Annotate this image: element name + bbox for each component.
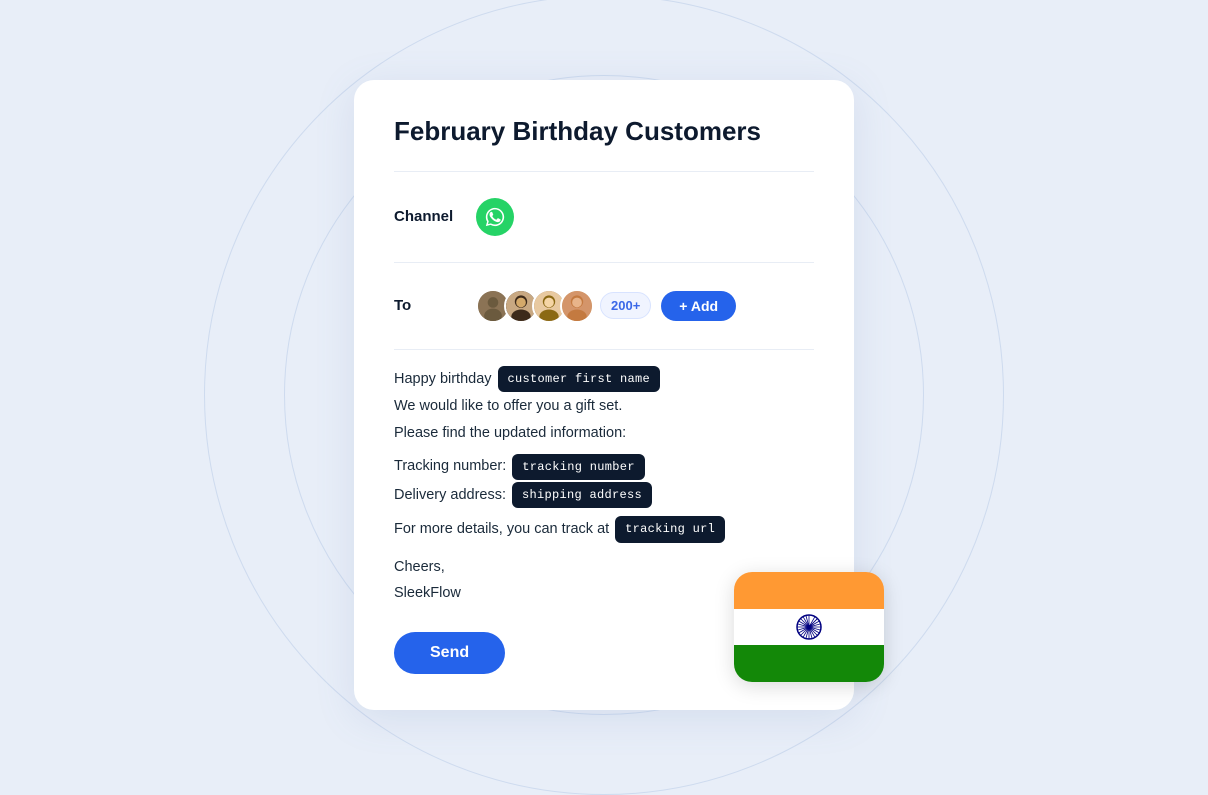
customer-first-name-tag: customer first name — [498, 366, 661, 392]
ashoka-chakra-icon — [795, 613, 823, 641]
recipient-avatars — [476, 289, 594, 323]
channel-row: Channel — [394, 188, 814, 246]
recipient-count-badge: 200+ — [600, 292, 651, 319]
greeting-prefix: Happy birthday — [394, 367, 492, 392]
delivery-line: Delivery address: shipping address — [394, 482, 814, 508]
whatsapp-icon[interactable] — [476, 198, 514, 236]
offer-text: We would like to offer you a gift set. — [394, 394, 622, 419]
flag-white-stripe — [734, 609, 884, 646]
flag-orange-stripe — [734, 572, 884, 609]
to-row: To — [394, 279, 814, 333]
greeting-line: Happy birthday customer first name — [394, 366, 814, 392]
main-card: February Birthday Customers Channel To — [354, 80, 854, 710]
channel-label: Channel — [394, 208, 464, 225]
shipping-address-tag: shipping address — [512, 482, 652, 508]
brand-text: SleekFlow — [394, 581, 461, 606]
tracking-prefix: Tracking number: — [394, 454, 506, 479]
info-text: Please find the updated information: — [394, 421, 626, 446]
india-flag-badge — [734, 572, 884, 682]
whatsapp-svg — [484, 206, 506, 228]
divider-3 — [394, 349, 814, 350]
cheers-text: Cheers, — [394, 555, 445, 580]
message-body: Happy birthday customer first name We wo… — [394, 366, 814, 606]
divider-2 — [394, 262, 814, 263]
to-label: To — [394, 297, 464, 314]
tracking-number-tag: tracking number — [512, 454, 645, 480]
flag-green-stripe — [734, 645, 884, 682]
add-recipients-button[interactable]: + Add — [661, 291, 736, 321]
tracking-line: Tracking number: tracking number — [394, 454, 814, 480]
avatar-4 — [560, 289, 594, 323]
tracking-url-tag: tracking url — [615, 516, 725, 542]
details-text: For more details, you can track at — [394, 517, 609, 542]
divider-1 — [394, 171, 814, 172]
info-line: Please find the updated information: — [394, 421, 814, 446]
delivery-prefix: Delivery address: — [394, 483, 506, 508]
card-title: February Birthday Customers — [394, 116, 814, 147]
send-button[interactable]: Send — [394, 632, 505, 674]
details-line: For more details, you can track at track… — [394, 516, 814, 542]
offer-line: We would like to offer you a gift set. — [394, 394, 814, 419]
